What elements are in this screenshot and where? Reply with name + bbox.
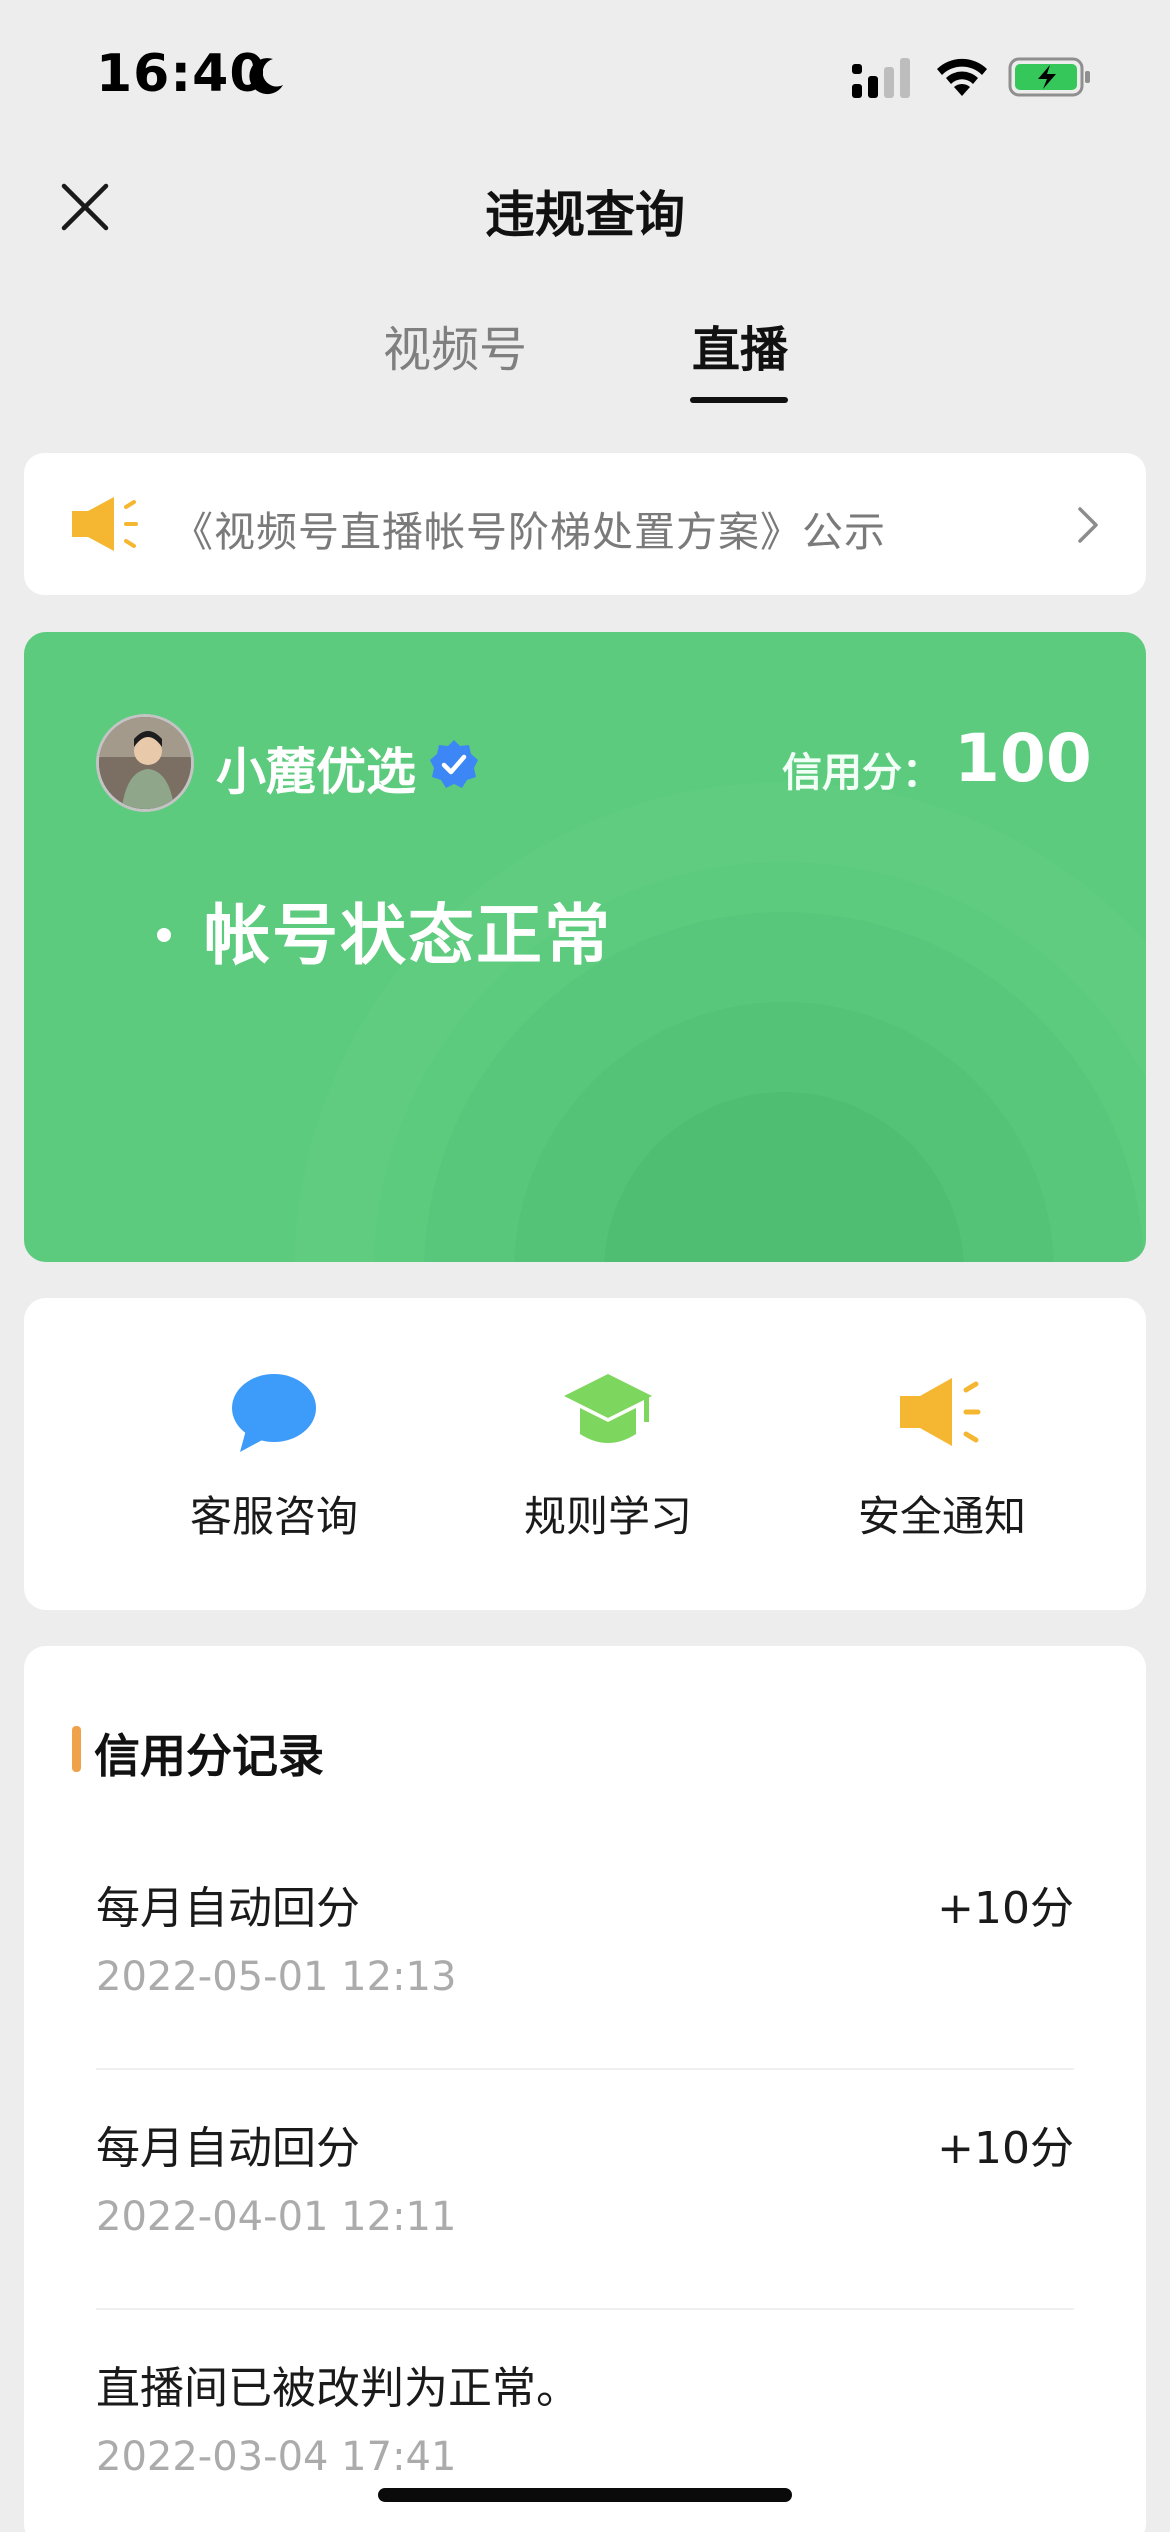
list-item: 每月自动回分 +10分 2022-04-01 12:11 bbox=[96, 2112, 1074, 2352]
verified-badge-icon bbox=[430, 740, 478, 788]
list-item: 每月自动回分 +10分 2022-05-01 12:13 bbox=[96, 1872, 1074, 2112]
divider bbox=[96, 2068, 1074, 2070]
notice-banner[interactable]: 《视频号直播帐号阶梯处置方案》公示 bbox=[24, 453, 1146, 595]
status-bullet bbox=[157, 928, 171, 942]
signal-icon bbox=[852, 58, 910, 98]
record-time: 2022-05-01 12:13 bbox=[96, 1954, 457, 2000]
account-name: 小麓优选 bbox=[216, 743, 416, 801]
megaphone-icon bbox=[900, 1378, 981, 1446]
rules-learning-label: 规则学习 bbox=[523, 1492, 692, 1541]
status-time: 16:40 bbox=[96, 44, 267, 104]
tab-video-account[interactable]: 视频号 bbox=[380, 310, 530, 400]
record-points: +10分 bbox=[937, 1883, 1074, 1934]
home-indicator[interactable] bbox=[378, 2488, 792, 2502]
avatar bbox=[96, 714, 194, 812]
customer-service-label: 客服咨询 bbox=[189, 1492, 358, 1541]
page-title: 违规查询 bbox=[485, 186, 685, 244]
quick-actions: 客服咨询 规则学习 安全通知 bbox=[24, 1298, 1146, 1610]
credit-score-value: 100 bbox=[954, 720, 1092, 797]
credit-records-card: 信用分记录 每月自动回分 +10分 2022-05-01 12:13 每月自动回… bbox=[24, 1646, 1146, 2532]
account-status-card: 小麓优选 信用分： 100 帐号状态正常 bbox=[24, 632, 1146, 1262]
chevron-right-icon bbox=[1078, 507, 1098, 543]
section-accent-bar bbox=[72, 1726, 81, 1772]
record-time: 2022-04-01 12:11 bbox=[96, 2194, 457, 2240]
records-title: 信用分记录 bbox=[94, 1729, 324, 1783]
moon-icon bbox=[249, 58, 283, 95]
security-notice-label: 安全通知 bbox=[857, 1492, 1026, 1541]
wifi-icon bbox=[937, 58, 987, 96]
list-item: 直播间已被改判为正常。 2022-03-04 17:41 bbox=[96, 2352, 1074, 2532]
account-status-text: 帐号状态正常 bbox=[204, 897, 612, 974]
customer-service-button[interactable]: 客服咨询 bbox=[124, 1298, 424, 1610]
notice-text: 《视频号直播帐号阶梯处置方案》公示 bbox=[172, 508, 886, 556]
credit-score-label: 信用分： bbox=[782, 750, 942, 796]
security-notice-button[interactable]: 安全通知 bbox=[792, 1298, 1092, 1610]
record-description: 直播间已被改判为正常。 bbox=[96, 2363, 580, 2414]
record-time: 2022-03-04 17:41 bbox=[96, 2434, 457, 2480]
megaphone-icon bbox=[72, 497, 138, 551]
battery-charging-icon bbox=[1008, 57, 1090, 97]
rules-learning-button[interactable]: 规则学习 bbox=[458, 1298, 758, 1610]
graduation-cap-icon bbox=[564, 1374, 652, 1443]
divider bbox=[96, 2308, 1074, 2310]
record-description: 每月自动回分 bbox=[96, 2123, 360, 2174]
record-description: 每月自动回分 bbox=[96, 1883, 360, 1934]
status-bar: 16:40 bbox=[0, 0, 1170, 150]
chat-bubble-icon bbox=[232, 1374, 316, 1452]
active-tab-indicator bbox=[690, 397, 788, 403]
tab-live[interactable]: 直播 bbox=[680, 310, 800, 400]
record-points: +10分 bbox=[937, 2123, 1074, 2174]
violation-query-page: 16:40 违规查询 视频号 直播 《视频号直播帐号阶梯处置方案》公示 小麓优选… bbox=[0, 0, 1170, 2532]
